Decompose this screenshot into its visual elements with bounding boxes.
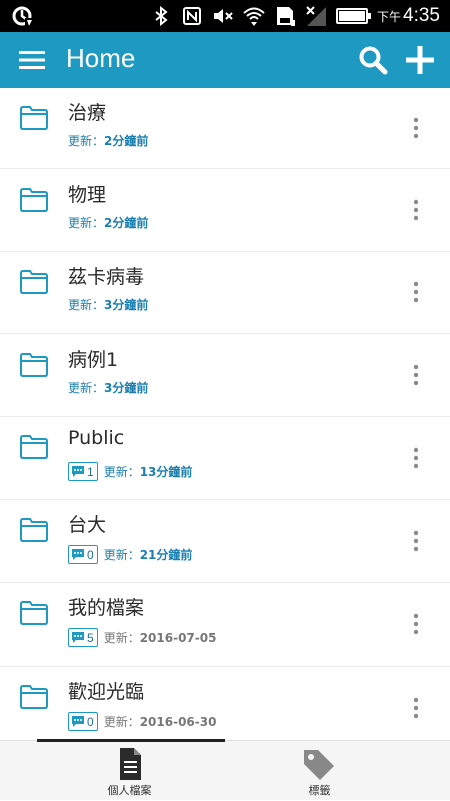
comment-count-badge: 5	[68, 628, 98, 647]
folder-row[interactable]: 歡迎光臨 0 更新：2016-06-30	[0, 667, 450, 740]
signal-icon	[306, 6, 326, 26]
search-icon[interactable]	[358, 45, 388, 75]
folder-list: 治療 更新：2分鐘前 物理 更新：2分鐘前 茲卡病毒 更新：3分鐘前 病例1 更新：3分鐘前 P…	[0, 88, 450, 740]
folder-meta: 更新：2分鐘前	[68, 132, 148, 149]
folder-icon	[20, 106, 48, 130]
updated-value: 2分鐘前	[104, 216, 149, 230]
folder-name: 歡迎光臨	[68, 681, 145, 703]
updated-label: 更新：	[68, 298, 105, 312]
updated-time: 更新：21分鐘前	[104, 546, 193, 563]
folder-name: Public	[68, 427, 125, 449]
folder-meta: 0 更新：2016-06-30	[68, 712, 216, 731]
updated-label: 更新：	[103, 548, 140, 562]
comment-count-badge: 1	[68, 462, 98, 481]
updated-label: 更新：	[68, 216, 105, 230]
more-options-icon[interactable]	[408, 613, 424, 635]
nfc-icon	[183, 7, 201, 25]
folder-name: 茲卡病毒	[68, 266, 145, 288]
folder-row[interactable]: 物理更新：2分鐘前	[0, 170, 450, 252]
add-icon[interactable]	[404, 44, 436, 76]
folder-meta: 5 更新：2016-07-05	[68, 628, 216, 647]
folder-icon	[20, 685, 48, 709]
folder-row[interactable]: 我的檔案 5 更新：2016-07-05	[0, 583, 450, 667]
folder-row[interactable]: 茲卡病毒更新：3分鐘前	[0, 252, 450, 334]
folder-row[interactable]: 病例1 更新：3分鐘前	[0, 335, 450, 417]
folder-icon	[20, 353, 48, 377]
more-options-icon[interactable]	[408, 530, 424, 552]
more-options-icon[interactable]	[408, 199, 424, 221]
folder-icon	[20, 518, 48, 542]
menu-icon[interactable]	[18, 46, 46, 74]
folder-icon	[20, 188, 48, 212]
more-options-icon[interactable]	[408, 281, 424, 303]
folder-meta: 0 更新：21分鐘前	[68, 545, 192, 564]
mute-icon	[214, 9, 233, 23]
comment-count-badge: 0	[68, 545, 98, 564]
comment-icon	[72, 632, 84, 643]
updated-time: 更新：2分鐘前	[68, 214, 148, 231]
tag-icon	[304, 750, 334, 780]
more-options-icon[interactable]	[408, 447, 424, 469]
folder-name: 我的檔案	[68, 597, 145, 619]
folder-name: 台大	[68, 514, 107, 536]
bluetooth-icon	[155, 5, 168, 27]
folder-row[interactable]: Public 1 更新：13分鐘前	[0, 417, 450, 500]
updated-label: 更新：	[103, 715, 140, 729]
updated-value: 21分鐘前	[139, 548, 193, 562]
folder-row[interactable]: 台大 0 更新：21分鐘前	[0, 500, 450, 583]
tab-label: 標籤	[308, 784, 331, 797]
battery-icon	[336, 8, 371, 24]
more-options-icon[interactable]	[408, 697, 424, 719]
updated-label: 更新：	[68, 381, 105, 395]
updated-time: 更新：2016-06-30	[104, 713, 217, 730]
comment-icon	[72, 466, 84, 477]
comment-icon	[72, 716, 84, 727]
comment-count-badge: 0	[68, 712, 98, 731]
comment-count: 0	[87, 714, 94, 729]
updated-value: 2分鐘前	[104, 134, 149, 148]
sync-icon	[12, 6, 34, 26]
updated-label: 更新：	[103, 465, 140, 479]
sd-card-icon	[277, 7, 295, 26]
clock-ampm: 下午	[377, 10, 402, 24]
updated-value: 3分鐘前	[104, 298, 149, 312]
more-options-icon[interactable]	[408, 364, 424, 386]
updated-label: 更新：	[103, 631, 140, 645]
bottom-nav: 個人檔案 標籤	[0, 739, 450, 801]
folder-meta: 更新：3分鐘前	[68, 296, 148, 313]
updated-time: 更新：3分鐘前	[68, 379, 148, 396]
folder-icon	[20, 435, 48, 459]
folder-meta: 1 更新：13分鐘前	[68, 462, 192, 481]
updated-value: 2016-07-05	[139, 631, 217, 645]
comment-count: 5	[87, 630, 94, 645]
folder-row[interactable]: 治療更新：2分鐘前	[0, 88, 450, 169]
folder-name: 物理	[68, 184, 107, 206]
updated-value: 13分鐘前	[139, 465, 193, 479]
folder-meta: 更新：2分鐘前	[68, 214, 148, 231]
status-bar: 下午 4:35	[0, 0, 450, 32]
tab-tags[interactable]: 標籤	[207, 741, 432, 801]
page-title: Home	[66, 43, 136, 73]
wifi-icon	[243, 7, 265, 26]
app-bar: Home	[0, 32, 450, 88]
document-icon	[120, 748, 141, 780]
clock-time: 4:35	[403, 5, 440, 26]
clock: 下午 4:35	[377, 5, 440, 27]
updated-value: 2016-06-30	[139, 715, 217, 729]
comment-count: 1	[87, 464, 94, 479]
updated-time: 更新：2分鐘前	[68, 132, 148, 149]
comment-icon	[72, 549, 84, 560]
more-options-icon[interactable]	[408, 117, 424, 139]
updated-time: 更新：3分鐘前	[68, 296, 148, 313]
updated-value: 3分鐘前	[104, 381, 149, 395]
folder-icon	[20, 601, 48, 625]
updated-time: 更新：2016-07-05	[104, 629, 217, 646]
folder-name: 治療	[68, 102, 107, 124]
folder-name: 病例1	[68, 349, 119, 371]
updated-label: 更新：	[68, 134, 105, 148]
comment-count: 0	[87, 547, 94, 562]
updated-time: 更新：13分鐘前	[104, 463, 193, 480]
folder-icon	[20, 270, 48, 294]
folder-meta: 更新：3分鐘前	[68, 379, 148, 396]
